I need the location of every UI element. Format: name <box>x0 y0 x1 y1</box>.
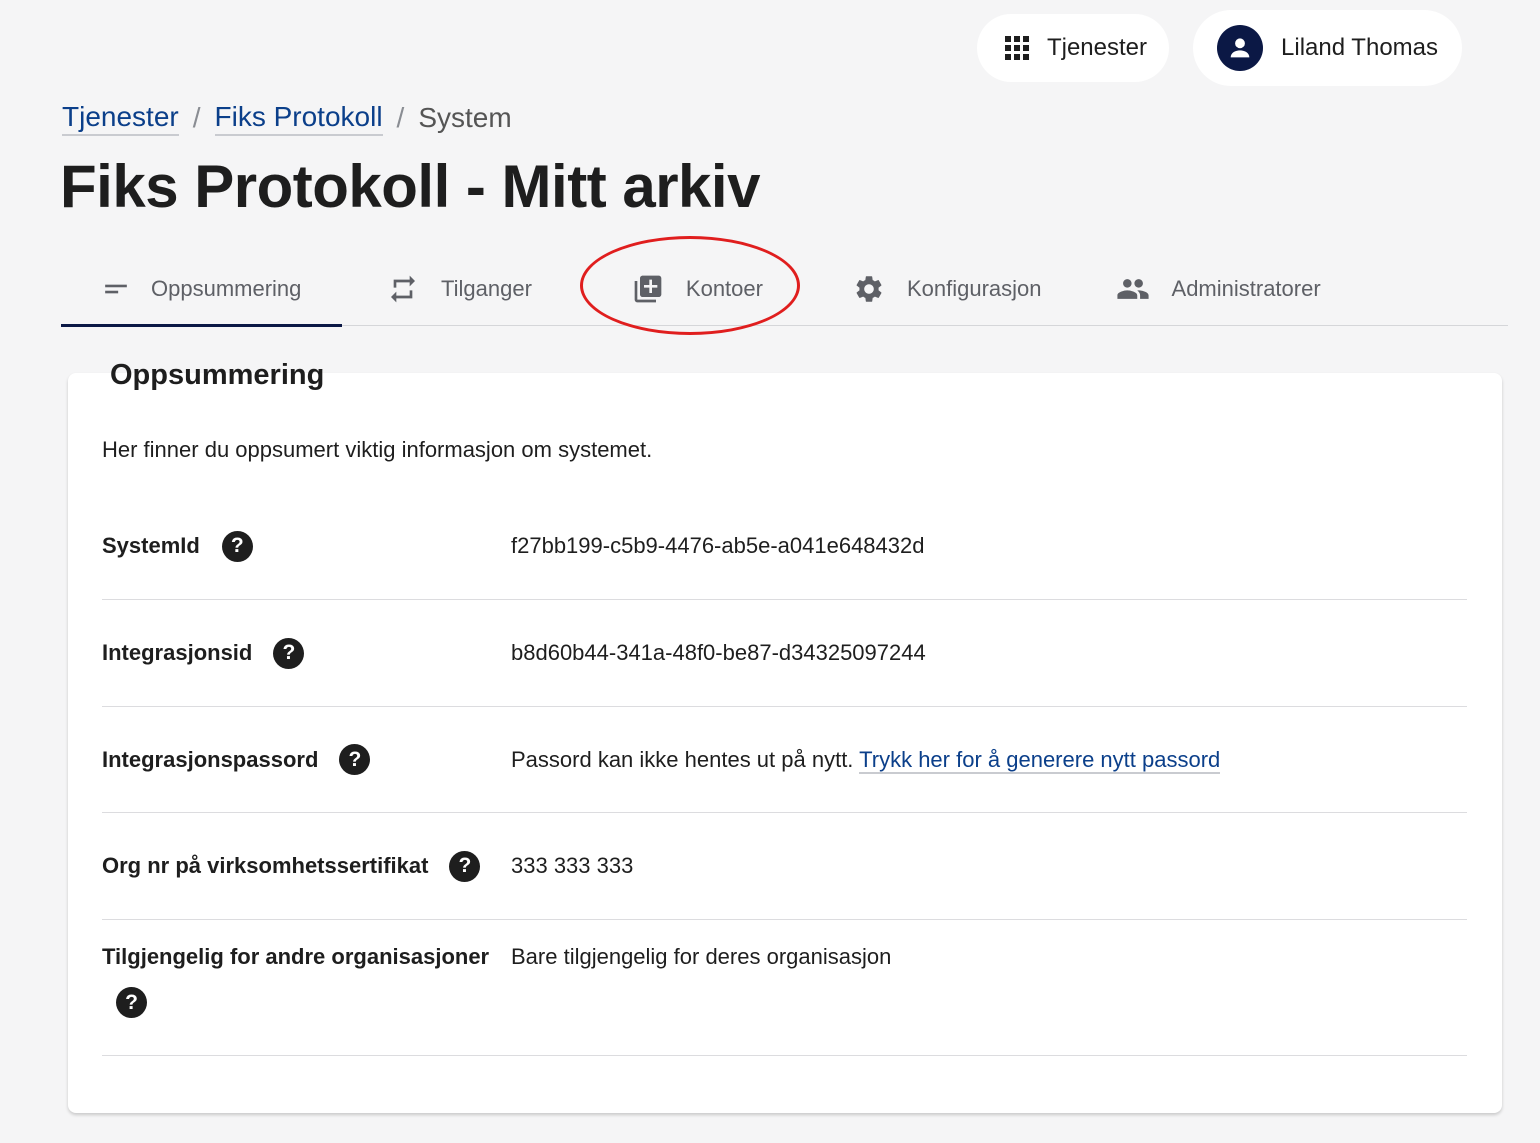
row-label-text: Integrasjonsid <box>102 640 253 665</box>
summary-row: Integrasjonsid ? b8d60b44-341a-48f0-be87… <box>102 600 1467 707</box>
summary-card: Oppsummering Her finner du oppsumert vik… <box>68 359 1502 1113</box>
row-label-text: Integrasjonspassord <box>102 746 319 772</box>
summary-intro: Her finner du oppsumert viktig informasj… <box>102 437 653 462</box>
tab-label: Kontoer <box>685 276 763 301</box>
row-label-text: Tilgjengelig for andre organisasjoner <box>102 944 490 969</box>
avatar <box>1217 25 1264 71</box>
person-icon <box>1230 38 1250 58</box>
summary-rows: SystemId ? f27bb199-c5b9-4476-ab5e-a041e… <box>102 493 1467 1056</box>
password-note: Passord kan ikke hentes ut på nytt. <box>511 746 854 772</box>
row-value: f27bb199-c5b9-4476-ab5e-a041e648432d <box>511 533 925 558</box>
library-add-icon <box>634 275 662 303</box>
row-value: Bare tilgjengelig for deres organisasjon <box>511 944 892 969</box>
tab-tilganger[interactable]: Tilganger <box>387 252 532 326</box>
gear-icon <box>856 276 882 302</box>
tab-bar: Oppsummering Tilganger Kontoer Konfigura… <box>61 252 1508 327</box>
short-text-icon <box>105 284 127 294</box>
row-label: SystemId ? <box>102 530 511 562</box>
repeat-icon <box>391 275 415 303</box>
help-icon[interactable]: ? <box>339 744 371 775</box>
generate-password-link[interactable]: Trykk her for å generere nytt passord <box>859 746 1221 774</box>
summary-row: SystemId ? f27bb199-c5b9-4476-ab5e-a041e… <box>102 493 1467 600</box>
services-button[interactable]: Tjenester <box>976 14 1170 82</box>
help-icon[interactable]: ? <box>449 850 481 882</box>
breadcrumb-separator: / <box>192 102 201 133</box>
breadcrumb-current: System <box>418 102 512 133</box>
tab-oppsummering[interactable]: Oppsummering <box>61 252 342 327</box>
breadcrumb-link-tjenester[interactable]: Tjenester <box>62 100 179 136</box>
services-label: Tjenester <box>1046 34 1148 61</box>
help-icon[interactable]: ? <box>116 987 147 1018</box>
row-label: Org nr på virksomhetssertifikat ? <box>102 850 511 882</box>
row-label-text: SystemId <box>102 533 200 558</box>
tab-konfigurasjon[interactable]: Konfigurasjon <box>853 252 1042 326</box>
page-title: Fiks Protokoll - Mitt arkiv <box>60 153 760 220</box>
breadcrumb-link-fiks-protokoll[interactable]: Fiks Protokoll <box>214 100 383 136</box>
tab-label: Administratorer <box>1171 276 1321 301</box>
row-label: Tilgjengelig for andre organisasjoner ? <box>102 944 511 1018</box>
breadcrumb: Tjenester / Fiks Protokoll / System <box>62 100 512 136</box>
apps-grid-icon <box>1004 36 1029 60</box>
user-menu-button[interactable]: Liland Thomas <box>1193 10 1462 86</box>
tab-label: Oppsummering <box>151 276 302 301</box>
tab-kontoer[interactable]: Kontoer <box>632 252 763 326</box>
summary-row: Org nr på virksomhetssertifikat ? 333 33… <box>102 813 1467 920</box>
help-icon[interactable]: ? <box>221 530 253 562</box>
breadcrumb-separator: / <box>396 102 405 133</box>
row-label-text: Org nr på virksomhetssertifikat <box>102 853 429 878</box>
row-label: Integrasjonspassord ? <box>102 744 511 775</box>
row-label: Integrasjonsid ? <box>102 637 511 669</box>
summary-row: Integrasjonspassord ? Passord kan ikke h… <box>102 707 1467 813</box>
tab-label: Tilganger <box>441 276 532 301</box>
tab-label: Konfigurasjon <box>906 276 1042 301</box>
row-value: b8d60b44-341a-48f0-be87-d34325097244 <box>511 640 926 665</box>
help-icon[interactable]: ? <box>273 637 305 669</box>
user-name: Liland Thomas <box>1281 34 1438 61</box>
summary-title: Oppsummering <box>110 359 325 391</box>
row-value: Passord kan ikke hentes ut på nytt. Tryk… <box>511 746 1467 774</box>
people-icon <box>1116 279 1149 299</box>
row-value: 333 333 333 <box>511 853 634 878</box>
top-bar: Tjenester Liland Thomas <box>976 10 1462 86</box>
summary-row: Tilgjengelig for andre organisasjoner ? … <box>102 920 1467 1056</box>
tab-administratorer[interactable]: Administratorer <box>1116 252 1321 326</box>
